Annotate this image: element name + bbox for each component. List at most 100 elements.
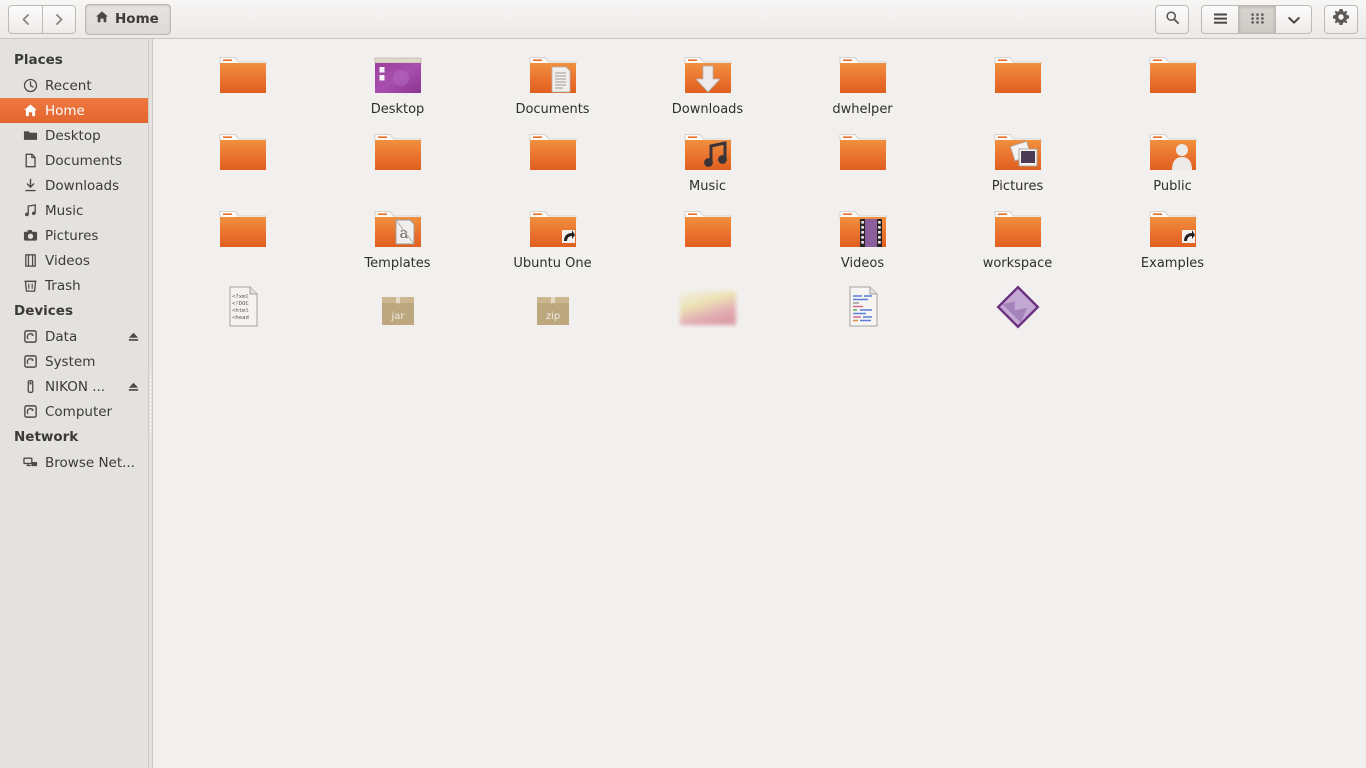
document-icon xyxy=(22,153,38,169)
folder-music-icon xyxy=(681,127,735,175)
sidebar-item-trash[interactable]: Trash xyxy=(0,273,148,298)
sidebar-item-documents[interactable]: Documents xyxy=(0,148,148,173)
sidebar-heading-devices: Devices xyxy=(14,303,73,319)
folder-documents-icon xyxy=(526,50,580,98)
folder-pictures-icon xyxy=(991,127,1045,175)
sidebar-resize-handle[interactable] xyxy=(148,39,153,768)
file-item[interactable]: Music xyxy=(630,122,785,199)
sidebar-item-videos[interactable]: Videos xyxy=(0,248,148,273)
sidebar-item-desktop[interactable]: Desktop xyxy=(0,123,148,148)
sidebar-item-label: Desktop xyxy=(45,127,101,144)
sidebar-item-system[interactable]: System xyxy=(0,349,148,374)
xml-file-icon: <?xml <!DOC <html <head xyxy=(222,281,264,329)
folder-plain-icon xyxy=(991,50,1045,98)
sidebar-item-browse-network[interactable]: Browse Net... xyxy=(0,450,148,475)
sidebar-item-nikon[interactable]: NIKON ... xyxy=(0,374,148,399)
sidebar-item-home[interactable]: Home xyxy=(0,98,148,123)
file-item[interactable]: Desktop xyxy=(320,45,475,122)
grid-view-button[interactable] xyxy=(1238,4,1275,34)
file-item[interactable]: a Templates xyxy=(320,199,475,276)
search-button[interactable] xyxy=(1155,4,1189,34)
sidebar-item-label: Trash xyxy=(45,277,81,294)
clock-icon xyxy=(22,78,38,94)
sidebar-heading-network: Network xyxy=(14,429,79,445)
image-thumbnail-icon xyxy=(676,281,740,329)
home-icon xyxy=(22,103,38,119)
sidebar-item-computer[interactable]: Computer xyxy=(0,399,148,424)
file-name: Videos xyxy=(840,256,885,271)
file-grid: Desktop Documents Downloads dwhelper Mus… xyxy=(163,45,1356,358)
folder-plain-icon xyxy=(216,204,270,252)
svg-text:<html: <html xyxy=(232,308,249,314)
file-item[interactable] xyxy=(165,122,320,199)
view-mode-group xyxy=(1201,4,1312,34)
file-view[interactable]: Desktop Documents Downloads dwhelper Mus… xyxy=(153,39,1366,768)
file-item[interactable]: workspace xyxy=(940,199,1095,276)
file-item[interactable]: Pictures xyxy=(940,122,1095,199)
file-item[interactable] xyxy=(630,276,785,358)
sidebar-item-label: Browse Net... xyxy=(45,454,136,471)
toolbar-right-group xyxy=(1155,4,1358,34)
folder-plain-icon xyxy=(371,127,425,175)
disk-icon xyxy=(22,354,38,370)
sidebar-item-data[interactable]: Data xyxy=(0,324,148,349)
file-item[interactable]: Public xyxy=(1095,122,1250,199)
file-item[interactable]: Videos xyxy=(785,199,940,276)
list-view-button[interactable] xyxy=(1201,4,1238,34)
file-item[interactable] xyxy=(165,45,320,122)
list-icon xyxy=(1213,10,1228,29)
toolbar-left-group: Home xyxy=(8,3,171,35)
file-item[interactable] xyxy=(475,122,630,199)
eject-icon[interactable] xyxy=(127,330,140,343)
folder-link-icon xyxy=(526,204,580,252)
file-item[interactable] xyxy=(1095,45,1250,122)
main-split: Places Recent Home Desktop Documents Dow… xyxy=(0,39,1366,768)
file-item[interactable]: dwhelper xyxy=(785,45,940,122)
folder-plain-icon xyxy=(216,127,270,175)
file-item[interactable]: zip xyxy=(475,276,630,358)
file-item[interactable] xyxy=(940,276,1095,358)
home-icon xyxy=(95,10,109,28)
file-item[interactable] xyxy=(785,276,940,358)
file-item[interactable]: Ubuntu One xyxy=(475,199,630,276)
file-item[interactable] xyxy=(785,122,940,199)
file-item[interactable] xyxy=(320,122,475,199)
sidebar-item-music[interactable]: Music xyxy=(0,198,148,223)
trash-icon xyxy=(22,278,38,294)
file-name: Examples xyxy=(1140,256,1205,271)
file-item[interactable]: Downloads xyxy=(630,45,785,122)
sidebar-item-downloads[interactable]: Downloads xyxy=(0,173,148,198)
file-name: Public xyxy=(1153,179,1192,194)
back-button[interactable] xyxy=(8,4,42,34)
settings-button[interactable] xyxy=(1324,4,1358,34)
folder-link-icon xyxy=(1146,204,1200,252)
file-item[interactable] xyxy=(940,45,1095,122)
sidebar-item-recent[interactable]: Recent xyxy=(0,73,148,98)
folder-icon xyxy=(22,128,38,144)
svg-text:<?xml: <?xml xyxy=(232,294,249,300)
file-item[interactable]: <?xml <!DOC <html <head xyxy=(165,276,320,358)
file-item[interactable]: jar xyxy=(320,276,475,358)
forward-button[interactable] xyxy=(42,4,76,34)
sidebar-item-label: System xyxy=(45,353,96,370)
folder-plain-icon xyxy=(681,204,735,252)
sidebar-item-label: Videos xyxy=(45,252,90,269)
file-item[interactable] xyxy=(165,199,320,276)
sidebar: Places Recent Home Desktop Documents Dow… xyxy=(0,39,148,768)
chevron-down-icon xyxy=(1287,10,1301,29)
folder-videos-icon xyxy=(836,204,890,252)
folder-plain-icon xyxy=(1146,50,1200,98)
file-item[interactable]: Documents xyxy=(475,45,630,122)
file-item[interactable]: Examples xyxy=(1095,199,1250,276)
navigation-button-group xyxy=(8,4,76,34)
sidebar-heading-places: Places xyxy=(14,52,63,68)
folder-plain-icon xyxy=(836,127,890,175)
breadcrumb-home[interactable]: Home xyxy=(85,3,171,35)
file-name: Desktop xyxy=(370,102,425,117)
eject-icon[interactable] xyxy=(127,380,140,393)
view-options-button[interactable] xyxy=(1275,4,1312,34)
sidebar-item-label: NIKON ... xyxy=(45,378,106,395)
diamond-image-icon xyxy=(992,281,1044,329)
sidebar-item-pictures[interactable]: Pictures xyxy=(0,223,148,248)
file-item[interactable] xyxy=(630,199,785,276)
